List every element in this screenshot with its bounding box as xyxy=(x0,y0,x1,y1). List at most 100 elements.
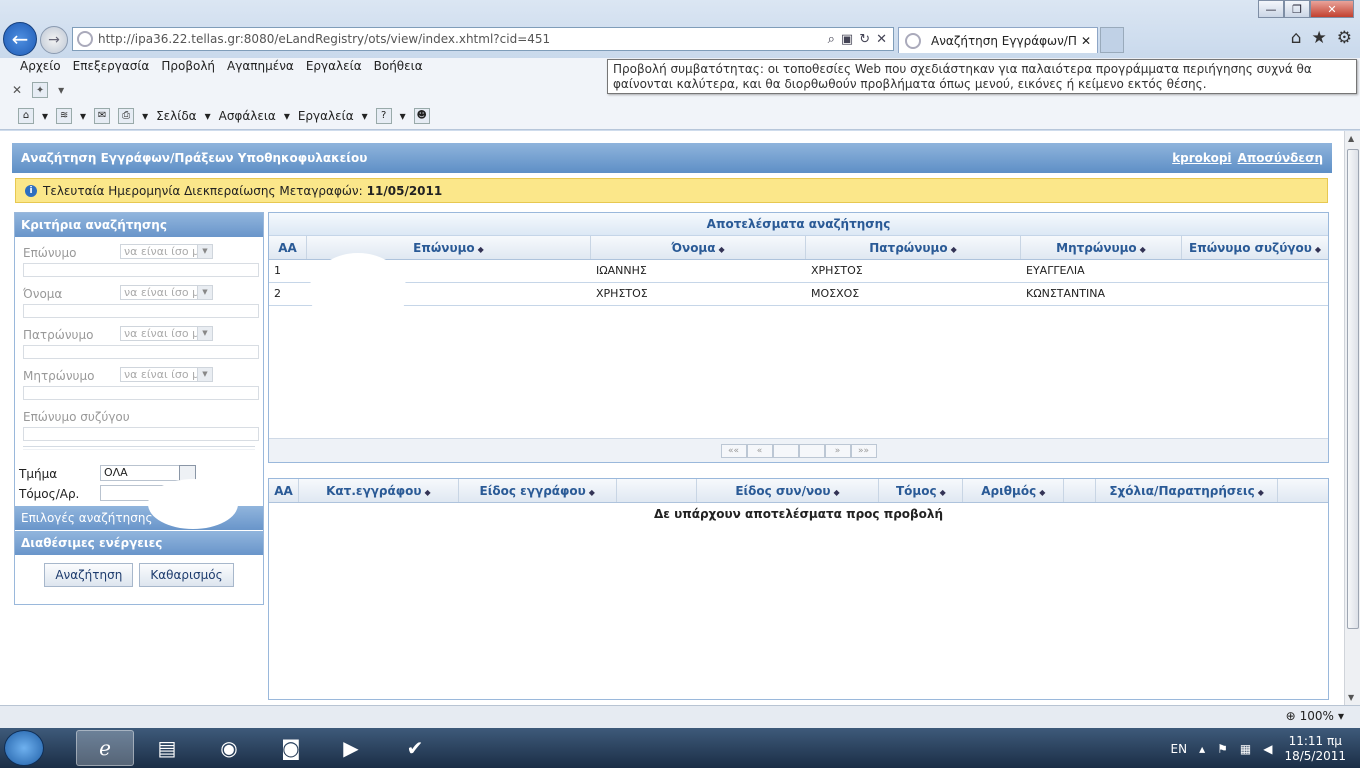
spouse-surname-label: Επώνυμο συζύγου xyxy=(23,410,130,424)
chevron-down-icon[interactable]: ▾ xyxy=(205,109,211,123)
chevron-down-icon[interactable]: ▾ xyxy=(142,109,148,123)
menu-favorites[interactable]: Αγαπημένα xyxy=(221,58,300,78)
menu-view[interactable]: Προβολή xyxy=(155,58,221,78)
col-name[interactable]: Όνομα ◆ xyxy=(591,236,806,259)
col-doc-transaction-type[interactable]: Είδος συν/νου ◆ xyxy=(697,479,880,502)
name-operator-select[interactable]: να είναι ίσο με ▼ xyxy=(120,285,213,300)
language-indicator[interactable]: EN xyxy=(1171,742,1188,756)
taskbar-ie[interactable]: ℯ xyxy=(76,730,134,766)
table-row[interactable]: 2 ΧΡΗΣΤΟΣ ΜΟΣΧΟΣ ΚΩΝΣΤΑΝΤΙΝΑ xyxy=(269,283,1328,306)
criteria-header[interactable]: Κριτήρια αναζήτησης xyxy=(15,213,263,237)
logout-link[interactable]: Αποσύνδεση xyxy=(1238,151,1323,165)
refresh-icon[interactable]: ↻ xyxy=(859,32,870,47)
menu-edit[interactable]: Επεξεργασία xyxy=(67,58,156,78)
chevron-down-icon[interactable]: ▾ xyxy=(362,109,368,123)
zoom-icon: ⊕ xyxy=(1285,709,1296,723)
action-center-flag-icon[interactable]: ⚑ xyxy=(1217,742,1228,756)
col-spouse-surname[interactable]: Επώνυμο συζύγου ◆ xyxy=(1182,236,1328,259)
close-window-button[interactable]: ✕ xyxy=(1310,0,1354,18)
rss-feed-icon[interactable]: ≋ xyxy=(56,107,73,124)
address-url[interactable]: http://ipa36.22.tellas.gr:8080/eLandRegi… xyxy=(98,32,828,46)
menu-file[interactable]: Αρχείο xyxy=(14,58,67,78)
pager-prev-button[interactable]: « xyxy=(746,443,773,458)
taskbar-antivirus[interactable]: ✔ xyxy=(386,730,444,766)
tools-menu[interactable]: Εργαλεία xyxy=(298,109,354,123)
fathers-name-input[interactable] xyxy=(23,345,259,359)
table-row[interactable]: 1 ΙΩΑΝΝΗΣ ΧΡΗΣΤΟΣ ΕΥΑΓΓΕΛΙΑ xyxy=(269,260,1328,283)
gear-icon[interactable]: ⚙ xyxy=(1337,28,1352,48)
surname-operator-select[interactable]: να είναι ίσο με ▼ xyxy=(120,244,213,259)
surname-input[interactable] xyxy=(23,263,259,277)
taskbar-camera[interactable]: ◙ xyxy=(262,730,320,766)
col-doc-number[interactable]: Αριθμός ◆ xyxy=(963,479,1065,502)
user-link[interactable]: kprokopi xyxy=(1172,151,1231,165)
search-button[interactable]: Αναζήτηση xyxy=(44,563,134,587)
taskbar-explorer[interactable]: ▤ xyxy=(138,730,196,766)
taskbar-media[interactable]: ▶ xyxy=(322,730,380,766)
home-icon[interactable]: ⌂ xyxy=(18,107,34,124)
network-icon[interactable]: ▦ xyxy=(1240,742,1251,756)
page-menu[interactable]: Σελίδα xyxy=(156,109,196,123)
start-button[interactable] xyxy=(4,730,44,766)
volume-icon[interactable]: ◀ xyxy=(1263,742,1272,756)
pager-last-button[interactable]: »» xyxy=(850,443,877,458)
scroll-down-icon[interactable]: ▼ xyxy=(1348,693,1354,702)
maximize-button[interactable]: ❐ xyxy=(1284,0,1310,18)
tab-active[interactable]: Αναζήτηση Εγγράφων/Πρ... ✕ xyxy=(898,27,1098,53)
chevron-down-icon[interactable]: ▾ xyxy=(42,109,48,123)
search-icon[interactable]: ⌕ xyxy=(828,32,835,47)
menu-help[interactable]: Βοήθεια xyxy=(368,58,429,78)
address-bar[interactable]: http://ipa36.22.tellas.gr:8080/eLandRegi… xyxy=(72,27,894,51)
col-doc-comments[interactable]: Σχόλια/Παρατηρήσεις ◆ xyxy=(1096,479,1279,502)
pager-page-2[interactable] xyxy=(798,443,825,458)
mothers-name-operator-select[interactable]: να είναι ίσο με ▼ xyxy=(120,367,213,382)
col-mothers-name[interactable]: Μητρώνυμο ◆ xyxy=(1021,236,1182,259)
col-doc-volume[interactable]: Τόμος ◆ xyxy=(879,479,964,502)
col-doc-type[interactable]: Είδος εγγράφου ◆ xyxy=(459,479,617,502)
tab-title: Αναζήτηση Εγγράφων/Πρ... xyxy=(931,33,1076,48)
research-icon[interactable]: ☻ xyxy=(413,107,430,124)
scroll-up-icon[interactable]: ▲ xyxy=(1348,134,1354,143)
addon-icon[interactable]: ✦ xyxy=(32,82,49,98)
chevron-down-icon[interactable]: ▾ xyxy=(400,109,406,123)
home-icon[interactable]: ⌂ xyxy=(1291,28,1302,48)
scrollbar-thumb[interactable] xyxy=(1347,149,1359,629)
surname-label: Επώνυμο xyxy=(23,246,77,260)
pager-first-button[interactable]: «« xyxy=(720,443,747,458)
mail-icon[interactable]: ✉ xyxy=(94,107,111,124)
col-doc-category[interactable]: Κατ.εγγράφου ◆ xyxy=(299,479,459,502)
page-scrollbar[interactable]: ▲ ▼ xyxy=(1344,131,1360,705)
clock[interactable]: 11:11 πμ 18/5/2011 xyxy=(1284,734,1346,764)
safety-menu[interactable]: Ασφάλεια xyxy=(219,109,276,123)
fathers-name-operator-select[interactable]: να είναι ίσο με ▼ xyxy=(120,326,213,341)
name-input[interactable] xyxy=(23,304,259,318)
pager-page-1[interactable] xyxy=(772,443,799,458)
pager-next-button[interactable]: » xyxy=(824,443,851,458)
new-tab-button[interactable] xyxy=(1100,27,1124,53)
back-button[interactable]: ← xyxy=(3,22,37,56)
minimize-button[interactable]: — xyxy=(1258,0,1284,18)
col-doc-aa[interactable]: ΑΑ xyxy=(269,479,299,502)
mothers-name-input[interactable] xyxy=(23,386,259,400)
dropdown-arrow-icon: ▼ xyxy=(197,368,212,381)
clear-button[interactable]: Καθαρισμός xyxy=(139,563,234,587)
menu-tools[interactable]: Εργαλεία xyxy=(300,58,368,78)
stop-icon[interactable]: ✕ xyxy=(876,32,887,47)
print-icon[interactable]: ⎙ xyxy=(118,107,135,124)
tab-close-icon[interactable]: ✕ xyxy=(1081,34,1091,48)
forward-button[interactable]: → xyxy=(40,26,68,54)
taskbar-firefox[interactable]: ◉ xyxy=(200,730,258,766)
chevron-down-icon[interactable]: ▾ xyxy=(284,109,290,123)
chevron-down-icon[interactable]: ▾ xyxy=(58,83,64,97)
chevron-down-icon[interactable]: ▾ xyxy=(80,109,86,123)
close-toolbar-icon[interactable]: ✕ xyxy=(12,83,22,97)
available-actions-header[interactable]: Διαθέσιμες ενέργειες xyxy=(15,530,263,555)
col-fathers-name[interactable]: Πατρώνυμο ◆ xyxy=(806,236,1021,259)
compatibility-view-icon[interactable]: ▣ xyxy=(841,32,853,47)
favorites-star-icon[interactable]: ★ xyxy=(1312,28,1327,48)
chevron-up-icon[interactable]: ▴ xyxy=(1199,742,1205,756)
col-aa[interactable]: ΑΑ xyxy=(269,236,307,259)
spouse-surname-input[interactable] xyxy=(23,427,259,441)
help-icon[interactable]: ? xyxy=(375,107,392,124)
zoom-control[interactable]: ⊕ 100% ▾ xyxy=(1286,709,1344,723)
